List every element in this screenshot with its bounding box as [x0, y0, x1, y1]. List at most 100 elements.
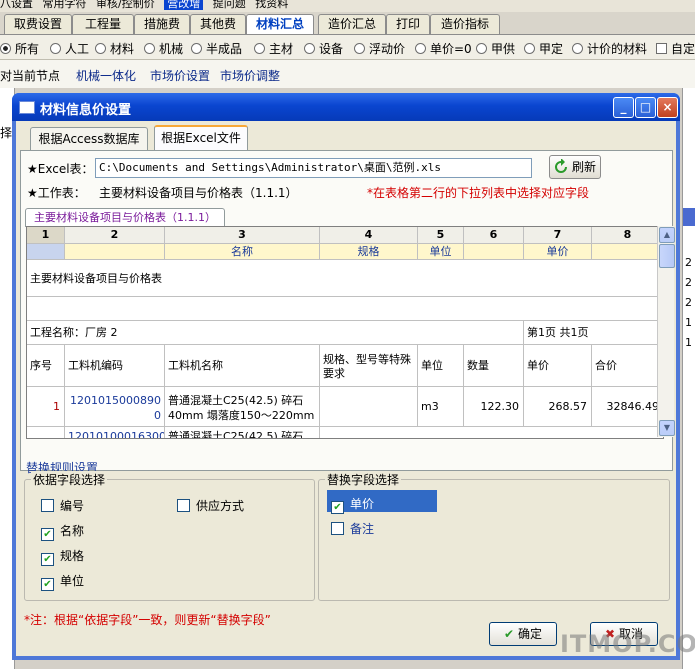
tab-material-summary[interactable]: 材料汇总 — [246, 14, 314, 34]
tab-print[interactable]: 打印 — [386, 14, 430, 34]
radio-icon — [95, 43, 106, 54]
column-header[interactable]: 8 — [592, 227, 663, 244]
filter-owner-specified[interactable]: 甲定 — [524, 40, 563, 57]
dialog-titlebar[interactable]: 材料信息价设置 _ □ × — [12, 93, 680, 121]
radio-icon — [0, 43, 11, 54]
tab-other-fee[interactable]: 其他费 — [190, 14, 246, 34]
tab-quantities[interactable]: 工程量 — [72, 14, 134, 34]
maximize-button[interactable]: □ — [635, 97, 656, 118]
table-cell[interactable] — [320, 387, 418, 427]
filter-labor[interactable]: 人工 — [50, 40, 89, 57]
scroll-down-icon[interactable]: ▼ — [659, 420, 675, 436]
toolbar-item[interactable]: 找资料 — [255, 0, 288, 10]
dialog-body: 根据Access数据库 根据Excel文件 ★Excel表： C:\Docume… — [16, 121, 676, 656]
column-header[interactable]: 5 — [418, 227, 464, 244]
minimize-button[interactable]: _ — [613, 97, 634, 118]
filter-zero-price[interactable]: 单价=0 — [415, 40, 472, 57]
column-header[interactable]: 3 — [165, 227, 320, 244]
toolbar-item[interactable]: 审核/控制价 — [96, 0, 155, 10]
filter-custom[interactable]: 自定 — [656, 40, 695, 57]
table-header-cell[interactable]: 单价 — [524, 345, 592, 387]
table-header-cell[interactable]: 规格、型号等特殊要求 — [320, 345, 418, 387]
table-header-cell[interactable]: 单位 — [418, 345, 464, 387]
filter-main-material[interactable]: 主材 — [254, 40, 293, 57]
filter-semi-finished[interactable]: 半成品 — [191, 40, 242, 57]
filter-equipment[interactable]: 设备 — [304, 40, 343, 57]
column-header[interactable]: 7 — [524, 227, 592, 244]
field-select[interactable] — [27, 244, 65, 260]
basis-checkbox-unit[interactable]: ✔ 单位 — [41, 572, 84, 591]
basis-checkbox-spec[interactable]: ✔ 规格 — [41, 547, 84, 566]
apply-current-node-link[interactable]: 对当前节点 — [0, 67, 60, 84]
filter-machinery[interactable]: 机械 — [144, 40, 183, 57]
checkmark-icon: ✔ — [41, 553, 54, 566]
scroll-thumb[interactable] — [659, 244, 675, 268]
selected-row[interactable] — [683, 208, 695, 226]
market-price-settings-link[interactable]: 市场价设置 — [150, 67, 210, 84]
table-cell[interactable]: m3 — [418, 387, 464, 427]
column-header[interactable]: 1 — [27, 227, 65, 244]
filter-owner-supplied[interactable]: 甲供 — [476, 40, 515, 57]
basis-field-group: 依据字段选择 编号 供应方式 ✔ 名称 ✔ 规格 ✔ 单位 — [24, 471, 315, 601]
table-cell[interactable]: 32846.49 — [592, 387, 663, 427]
filter-material[interactable]: 材料 — [95, 40, 134, 57]
column-header[interactable]: 6 — [464, 227, 524, 244]
table-header-cell[interactable]: 数量 — [464, 345, 524, 387]
grid-vertical-scrollbar[interactable]: ▲ ▼ — [657, 226, 675, 437]
table-header-cell[interactable]: 合价 — [592, 345, 663, 387]
table-cell[interactable]: 122.30 — [464, 387, 524, 427]
toolbar-item[interactable]: 提问题 — [213, 0, 246, 10]
close-button[interactable]: × — [657, 97, 678, 118]
excel-preview-grid[interactable]: 1 2 3 4 5 6 7 8 名称 规格 单位 单价 主要材料设备项目与价格表 — [26, 226, 664, 439]
refresh-button[interactable]: 刷新 — [549, 155, 601, 179]
field-select-name[interactable]: 名称 — [165, 244, 320, 260]
sheet-label: ★工作表： — [27, 186, 86, 200]
replace-checkbox-remark[interactable]: 备注 — [331, 520, 374, 537]
field-select[interactable] — [592, 244, 663, 260]
market-price-adjust-link[interactable]: 市场价调整 — [220, 67, 280, 84]
scroll-up-icon[interactable]: ▲ — [659, 227, 675, 243]
table-cell[interactable]: 12010100016300 — [65, 427, 165, 438]
replace-checkbox-price[interactable]: ✔ 单价 — [331, 495, 374, 514]
tab-cost-index[interactable]: 造价指标 — [430, 14, 500, 34]
tab-access-database[interactable]: 根据Access数据库 — [30, 127, 148, 150]
table-cell[interactable]: 1 — [27, 387, 65, 427]
project-name-cell[interactable]: 工程名称：厂房 2 — [27, 321, 524, 345]
empty-row[interactable] — [27, 297, 663, 321]
tab-cost-summary[interactable]: 造价汇总 — [318, 14, 386, 34]
toolbar-item[interactable]: 营改增 — [164, 0, 204, 10]
worksheet-tab[interactable]: 主要材料设备项目与价格表（1.1.1） — [25, 208, 225, 227]
basis-checkbox-name[interactable]: ✔ 名称 — [41, 522, 84, 541]
field-select[interactable] — [65, 244, 165, 260]
sheet-select[interactable]: 主要材料设备项目与价格表（1.1.1） — [99, 184, 298, 201]
column-header[interactable]: 4 — [320, 227, 418, 244]
basis-checkbox-code[interactable]: 编号 — [41, 497, 84, 514]
field-select-price[interactable]: 单价 — [524, 244, 592, 260]
field-select[interactable] — [464, 244, 524, 260]
excel-path-input[interactable]: C:\Documents and Settings\Administrator\… — [95, 158, 532, 178]
tab-excel-file[interactable]: 根据Excel文件 — [154, 125, 248, 152]
table-header-cell[interactable]: 序号 — [27, 345, 65, 387]
filter-floating-price[interactable]: 浮动价 — [354, 40, 405, 57]
basis-checkbox-supply-mode[interactable]: 供应方式 — [177, 497, 244, 514]
tab-measures-fee[interactable]: 措施费 — [134, 14, 190, 34]
table-header-cell[interactable]: 工料机编码 — [65, 345, 165, 387]
toolbar-item[interactable]: 常用字符 — [43, 0, 87, 10]
table-cell[interactable]: 普通混凝土C25(42.5) 碎石 — [165, 427, 320, 438]
field-select-unit[interactable]: 单位 — [418, 244, 464, 260]
field-select-spec[interactable]: 规格 — [320, 244, 418, 260]
ok-button[interactable]: ✔ 确定 — [489, 622, 557, 646]
filter-all[interactable]: 所有 — [0, 40, 39, 57]
machinery-integration-link[interactable]: 机械一体化 — [76, 67, 136, 84]
column-header[interactable]: 2 — [65, 227, 165, 244]
page-info-cell[interactable]: 第1页 共1页 — [524, 321, 663, 345]
table-cell[interactable]: 普通混凝土C25(42.5) 碎石40mm 塌落度150～220mm — [165, 387, 320, 427]
toolbar-item[interactable]: 八设置 — [0, 0, 33, 10]
sheet-title-cell[interactable]: 主要材料设备项目与价格表 — [27, 260, 663, 297]
table-cell[interactable] — [27, 427, 65, 438]
filter-priced-materials[interactable]: 计价的材料 — [572, 40, 647, 57]
table-cell[interactable]: 12010150008900 — [65, 387, 165, 427]
table-header-cell[interactable]: 工料机名称 — [165, 345, 320, 387]
tab-fee-settings[interactable]: 取费设置 — [4, 14, 72, 34]
table-cell[interactable]: 268.57 — [524, 387, 592, 427]
